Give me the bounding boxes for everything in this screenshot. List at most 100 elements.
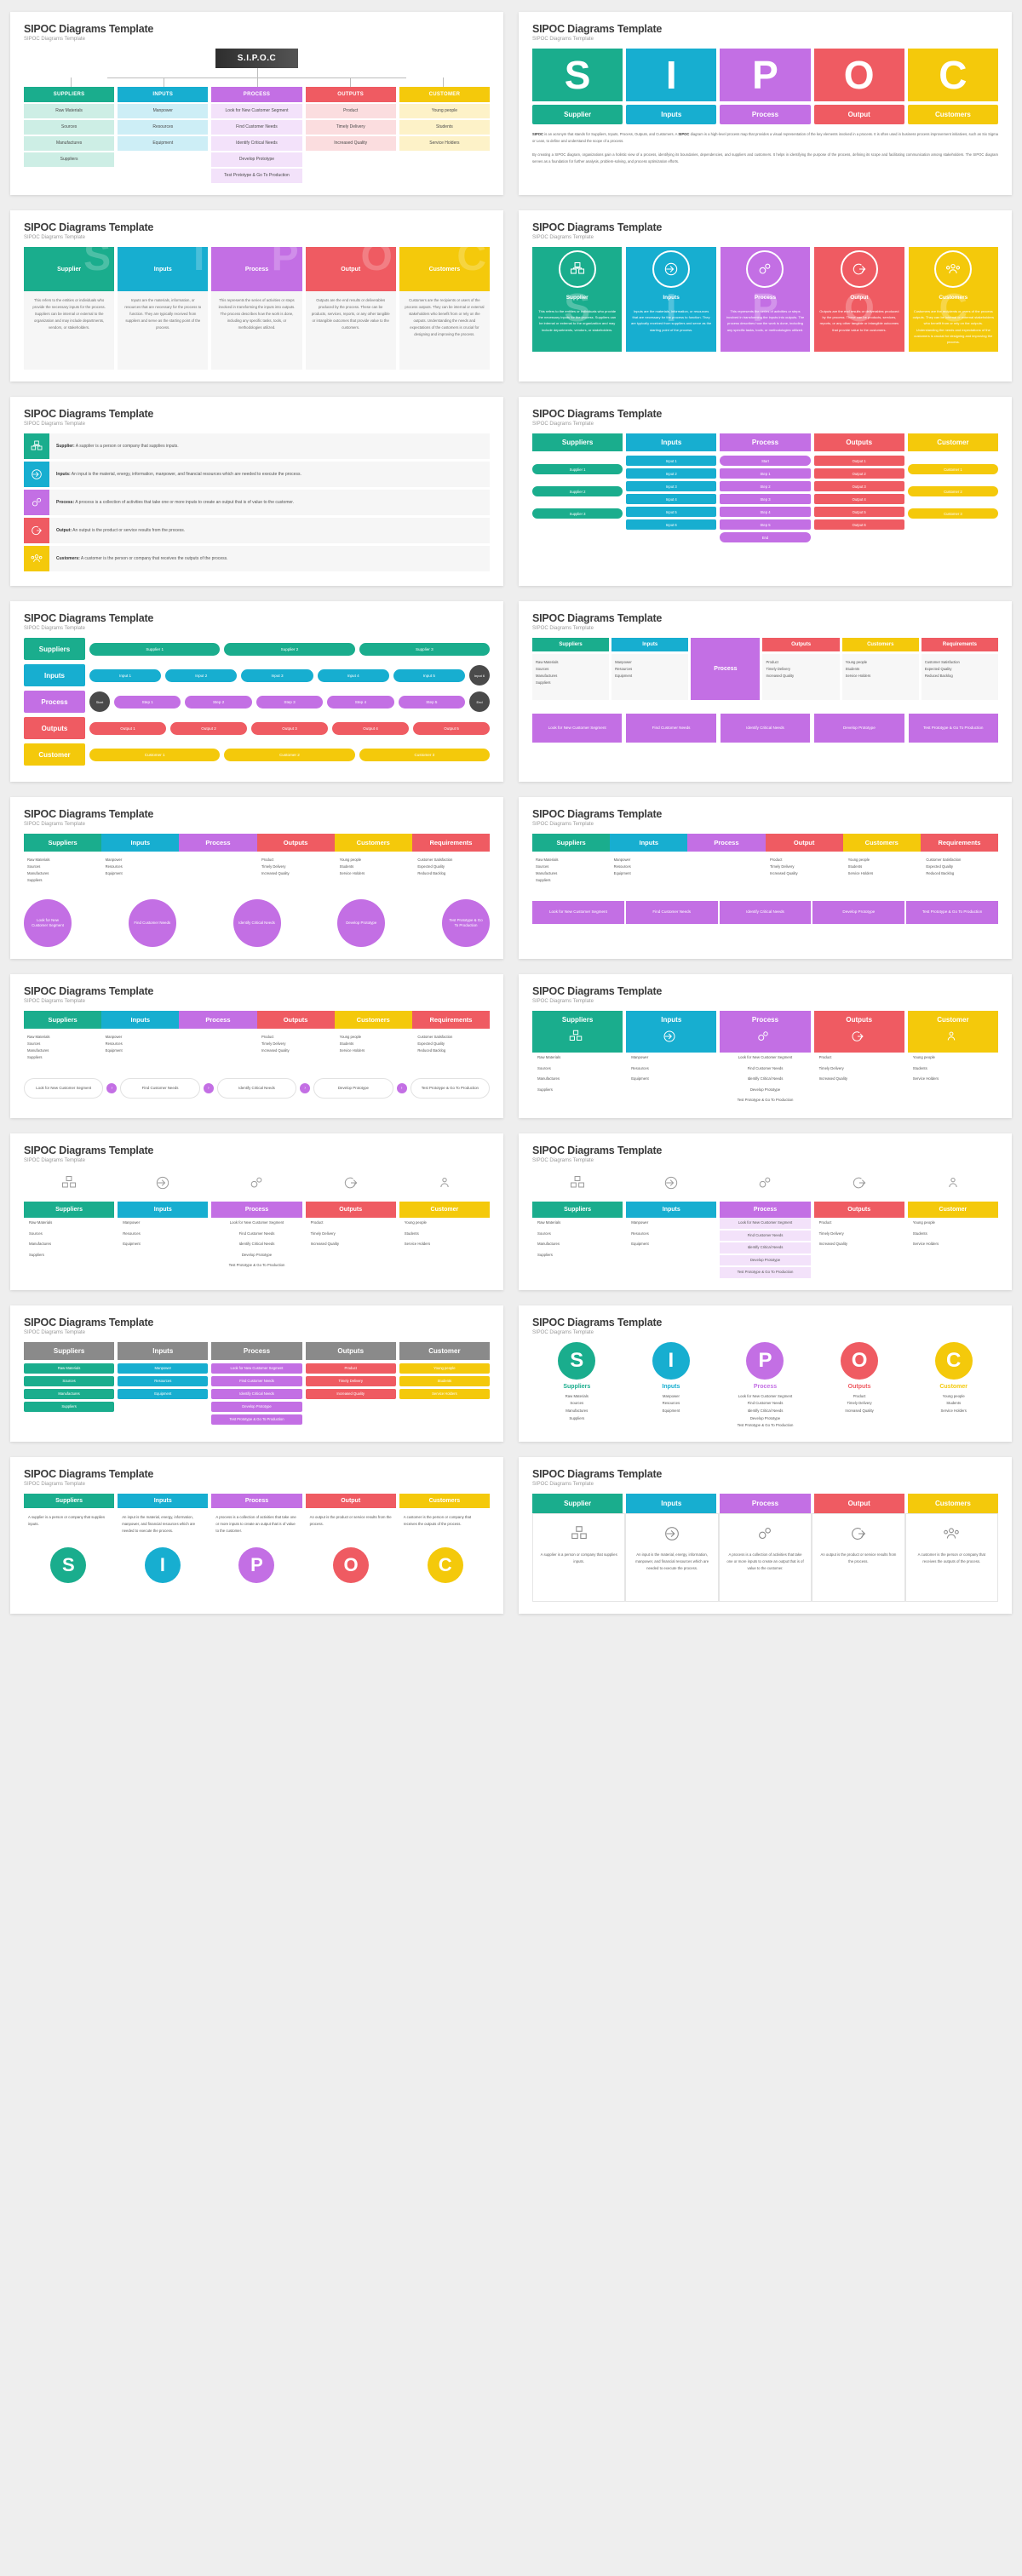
chip[interactable]: Manufactures xyxy=(24,1388,115,1399)
step-pill[interactable]: Develop Prototype xyxy=(313,1077,393,1099)
step-box[interactable]: Find Customer Needs xyxy=(626,714,716,743)
list-inputs: Manpower Resources Equipment xyxy=(102,852,178,889)
node[interactable]: Output 3 xyxy=(813,481,904,491)
step-circle[interactable]: Find Customer Needs xyxy=(128,898,176,947)
chip[interactable]: Test Prototype & Go To Production xyxy=(211,1414,302,1425)
chip[interactable]: Raw Materials xyxy=(24,1363,115,1374)
node[interactable]: Supplier 1 xyxy=(532,464,623,474)
chip[interactable]: Find Customer Needs xyxy=(211,1375,302,1386)
arrow-customers: Customers xyxy=(334,834,412,852)
node[interactable]: Input 1 xyxy=(626,456,717,466)
lead-term-2: SIPOC xyxy=(678,132,690,136)
step-chevron[interactable]: Develop Prototype xyxy=(812,900,905,924)
node[interactable]: Start xyxy=(720,456,811,466)
node-end[interactable]: End xyxy=(469,691,491,712)
node[interactable]: Supplier 2 xyxy=(224,642,355,656)
node[interactable]: Input 5 xyxy=(626,507,717,517)
step-pill[interactable]: Look for New Customer Segment xyxy=(24,1077,104,1099)
chip[interactable]: Students xyxy=(399,1375,490,1386)
chevron-right-icon: › xyxy=(396,1083,407,1094)
step-circle[interactable]: Test Prototype & Go To Production xyxy=(442,898,490,947)
node[interactable]: Output 1 xyxy=(813,456,904,466)
node[interactable]: Step 5 xyxy=(720,519,811,530)
node[interactable]: Output 4 xyxy=(813,494,904,504)
node[interactable]: Customer 3 xyxy=(359,748,490,761)
node[interactable]: End xyxy=(720,532,811,542)
node[interactable]: Input 6 xyxy=(469,665,491,686)
chip[interactable]: Look for New Customer Segment xyxy=(211,1363,302,1374)
node[interactable]: Input 3 xyxy=(626,481,717,491)
node[interactable]: Step 1 xyxy=(720,468,811,479)
org-chart: S.I.P.O.C SUPPLIERS Raw Materials Source… xyxy=(24,49,490,183)
node[interactable]: Step 4 xyxy=(327,695,394,709)
node[interactable]: Supplier 2 xyxy=(532,486,623,496)
node[interactable]: Step 2 xyxy=(720,481,811,491)
step-circle[interactable]: Identify Critical Needs xyxy=(233,898,281,947)
step-pill[interactable]: Test Prototype & Go To Production xyxy=(410,1077,491,1099)
node[interactable]: Output 5 xyxy=(413,721,490,735)
chip[interactable]: Equipment xyxy=(118,1388,209,1399)
matrix-cell-inputs: Manpower Resources Equipment xyxy=(611,654,689,700)
step-circle[interactable]: Look for New Customer Segment xyxy=(24,898,72,947)
chip[interactable]: Increased Quality xyxy=(305,1388,396,1399)
node[interactable]: Input 5 xyxy=(393,668,466,682)
node[interactable]: Customer 1 xyxy=(89,748,221,761)
chip[interactable]: Develop Prototype xyxy=(211,1401,302,1412)
node[interactable]: Input 2 xyxy=(165,668,238,682)
node[interactable]: Supplier 3 xyxy=(532,508,623,519)
node[interactable]: Step 3 xyxy=(720,494,811,504)
node[interactable]: Supplier 1 xyxy=(89,642,221,656)
node[interactable]: Step 2 xyxy=(185,695,252,709)
page-subtitle: SIPOC Diagrams Template xyxy=(532,1329,594,1335)
step-chevron[interactable]: Look for New Customer Segment xyxy=(532,900,624,924)
node[interactable]: Output 6 xyxy=(813,519,904,530)
chip[interactable]: Timely Delivery xyxy=(305,1375,396,1386)
chip[interactable]: Young people xyxy=(399,1363,490,1374)
node[interactable]: Step 4 xyxy=(720,507,811,517)
step-chevron[interactable]: Find Customer Needs xyxy=(625,900,718,924)
node[interactable]: Customer 2 xyxy=(224,748,355,761)
node-start[interactable]: Start xyxy=(89,691,110,712)
step-box[interactable]: Identify Critical Needs xyxy=(720,714,811,743)
chip[interactable]: Service Holders xyxy=(399,1388,490,1399)
node[interactable]: Input 2 xyxy=(626,468,717,479)
boxes-icon xyxy=(24,433,49,459)
chip[interactable]: Product xyxy=(305,1363,396,1374)
step-box[interactable]: Look for New Customer Segment xyxy=(532,714,623,743)
node[interactable]: Output 2 xyxy=(813,468,904,479)
node[interactable]: Supplier 3 xyxy=(359,642,490,656)
node[interactable]: Output 5 xyxy=(813,507,904,517)
node[interactable]: Output 4 xyxy=(332,721,409,735)
letter-p: P xyxy=(720,49,811,101)
node[interactable]: Input 4 xyxy=(317,668,389,682)
panel-text: This represents the series of activities… xyxy=(726,309,805,332)
node[interactable]: Customer 1 xyxy=(907,464,998,474)
node[interactable]: Output 3 xyxy=(251,721,328,735)
node[interactable]: Input 4 xyxy=(626,494,717,504)
card-header-output: O Output xyxy=(305,247,396,291)
list-inputs: Manpower Resources Equipment xyxy=(611,852,686,889)
arrow-customers: Customers xyxy=(334,1010,412,1029)
step-box[interactable]: Develop Prototype xyxy=(814,714,904,743)
chip[interactable]: Suppliers xyxy=(24,1401,115,1412)
chip[interactable]: Sources xyxy=(24,1375,115,1386)
node[interactable]: Input 6 xyxy=(626,519,717,530)
step-box[interactable]: Test Prototype & Go To Production xyxy=(908,714,998,743)
step-pill[interactable]: Find Customer Needs xyxy=(120,1077,200,1099)
node[interactable]: Customer 2 xyxy=(907,486,998,496)
node[interactable]: Customer 3 xyxy=(907,508,998,519)
chip[interactable]: Manpower xyxy=(118,1363,209,1374)
step-pill[interactable]: Identify Critical Needs xyxy=(216,1077,297,1099)
node[interactable]: Input 3 xyxy=(241,668,313,682)
chip[interactable]: Identify Critical Needs xyxy=(211,1388,302,1399)
node[interactable]: Output 2 xyxy=(170,721,247,735)
node[interactable]: Step 5 xyxy=(398,695,466,709)
node[interactable]: Output 1 xyxy=(89,721,166,735)
step-chevron[interactable]: Test Prototype & Go To Production xyxy=(906,900,998,924)
node[interactable]: Step 1 xyxy=(114,695,181,709)
step-circle[interactable]: Develop Prototype xyxy=(337,898,386,947)
step-chevron[interactable]: Identify Critical Needs xyxy=(719,900,812,924)
node[interactable]: Step 3 xyxy=(256,695,324,709)
chip[interactable]: Resources xyxy=(118,1375,209,1386)
node[interactable]: Input 1 xyxy=(89,668,162,682)
